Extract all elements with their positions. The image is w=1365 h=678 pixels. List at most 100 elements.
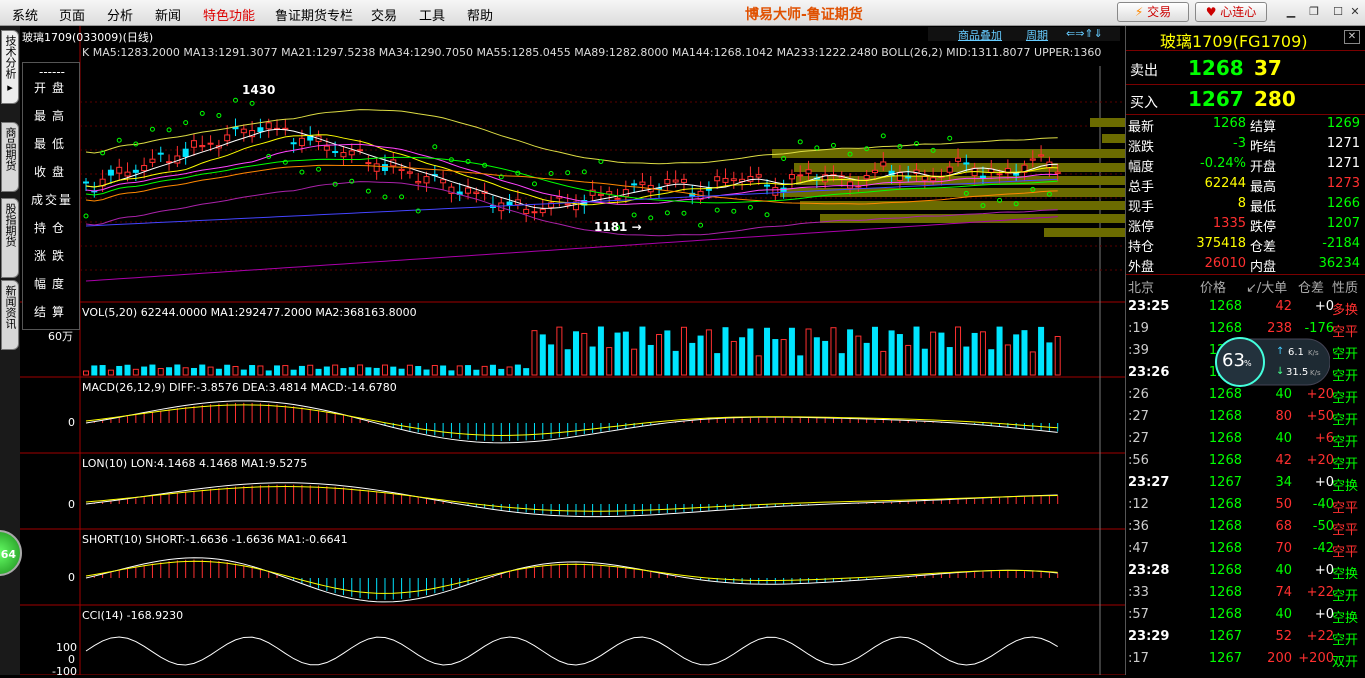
menu-trade[interactable]: 交易 [371,5,397,24]
indicator-oi[interactable]: 持仓 [23,219,81,236]
lon-zero: 0 [68,498,75,511]
trade-button[interactable]: ⚡ 交易 [1117,2,1189,22]
lightning-icon: ⚡ [1134,5,1144,19]
candle-body [83,181,89,184]
menu-page[interactable]: 页面 [59,5,85,24]
stat-value: -3 [1233,136,1246,151]
menu-tools[interactable]: 工具 [419,5,445,24]
stat-label: 昨结 [1250,140,1277,155]
stat-label: 外盘 [1128,260,1155,275]
volume-bar [847,329,854,376]
minimize-icon[interactable]: ▁ [1282,3,1300,20]
tick-cell: 23:28 [1128,563,1170,578]
tick-cell: +0 [1314,475,1334,490]
tick-cell: 23:27 [1128,475,1170,490]
volume-bar [107,369,114,376]
indicator-high[interactable]: 最高 [23,107,81,124]
indicator-close[interactable]: 收盘 [23,163,81,180]
candle-body [747,175,754,182]
cci-title: CCI(14) -168.9230 [82,609,184,622]
menu-analysis[interactable]: 分析 [107,5,133,24]
sar-dot [432,144,438,150]
zoom-arrows-icon[interactable]: ⇐⇒⇑⇓ [1066,27,1103,40]
tick-cell: -40 [1312,497,1334,512]
indicator-open[interactable]: 开盘 [23,79,81,96]
volume-profile-bar [1044,228,1125,237]
candle-body [755,174,762,178]
period-link[interactable]: 周期 [1026,27,1048,43]
volume-bar [747,328,754,376]
indicator-low[interactable]: 最低 [23,135,81,152]
candle-body [996,173,1003,176]
indicator-amplitude[interactable]: 幅度 [23,275,81,292]
candle-body [664,178,671,185]
sar-dot [830,142,836,148]
volume-bar [307,364,314,376]
volume-profile-bar [820,214,1125,223]
menu-news[interactable]: 新闻 [155,5,181,24]
volume-bar [896,334,903,376]
indicator-change[interactable]: 涨跌 [23,247,81,264]
menu-help[interactable]: 帮助 [467,5,493,24]
indicator-volume[interactable]: 成交量 [23,191,81,208]
network-speed-badge[interactable]: 63 % ↑ 6.1 K/s ↓ 31.5 K/s [1212,337,1331,387]
volume-bar [813,337,820,376]
divider [1126,114,1365,115]
volume-bar [489,364,496,376]
low-marker: 1181 → [594,220,642,234]
tab-technical-analysis[interactable]: 技术分析 ▸ [1,30,19,104]
xinlian-button[interactable]: ♥ 心连心 [1195,2,1267,22]
volume-bar [672,350,679,376]
candle-body [141,165,148,172]
candle-body [863,174,870,180]
sar-dot [382,194,388,200]
tick-header: 价格 [1200,281,1227,296]
tick-cell: +22 [1306,585,1334,600]
volume-bar [440,365,447,376]
volume-bar [714,353,721,376]
kline-chart[interactable] [20,26,1125,675]
menu-system[interactable]: 系统 [12,5,38,24]
tick-cell: +0 [1314,607,1334,622]
high-marker: 1430 [242,83,276,97]
heart-icon: ♥ [1205,5,1217,19]
sar-dot [747,204,753,210]
candle-body [1029,158,1036,161]
volume-bar [938,332,945,376]
menu-special-features[interactable]: 特色功能 [203,5,255,24]
stat-value: 62244 [1204,176,1246,191]
trade-button-label: 交易 [1147,5,1172,19]
candle-body [871,169,878,174]
candle-body [149,158,156,163]
sar-dot [365,188,371,194]
close-panel-icon[interactable]: ✕ [1344,30,1360,44]
overlay-commodity-link[interactable]: 商品叠加 [958,27,1002,43]
stat-value: 1269 [1326,116,1360,131]
volume-bar [1054,335,1061,376]
tick-cell: 1268 [1208,541,1242,556]
divider [1126,274,1365,275]
volume-bar [174,364,181,376]
tick-cell: :56 [1128,453,1149,468]
close-icon[interactable]: ✕ [1346,3,1364,20]
buy-price: 1267 [1188,87,1244,111]
volume-bar [190,367,197,376]
tick-cell: 200 [1267,651,1292,666]
tab-news-info[interactable]: 新闻资讯 [1,280,19,350]
indicator-settle[interactable]: 结算 [23,303,81,320]
tick-header: 性质 [1332,281,1359,296]
tab-commodity-futures[interactable]: 商品期货 [1,122,19,192]
tick-cell: 52 [1275,629,1292,644]
volume-bar [730,340,737,376]
menu-bar: 系统 页面 分析 新闻 特色功能 鲁证期货专栏 交易 工具 帮助 博易大师-鲁证… [0,0,1365,26]
candle-body [406,171,413,174]
volume-bar [689,342,696,376]
quote-title: 玻璃1709(FG1709) [1160,32,1308,51]
candle-body [340,152,347,158]
maximize-icon[interactable]: ☐ [1329,3,1347,20]
menu-luzheng-column[interactable]: 鲁证期货专栏 [275,5,353,24]
volume-bar [290,369,297,376]
candle-body [381,164,388,171]
tab-index-futures[interactable]: 股指期货 [1,198,19,278]
restore-icon[interactable]: ❐ [1305,3,1323,20]
